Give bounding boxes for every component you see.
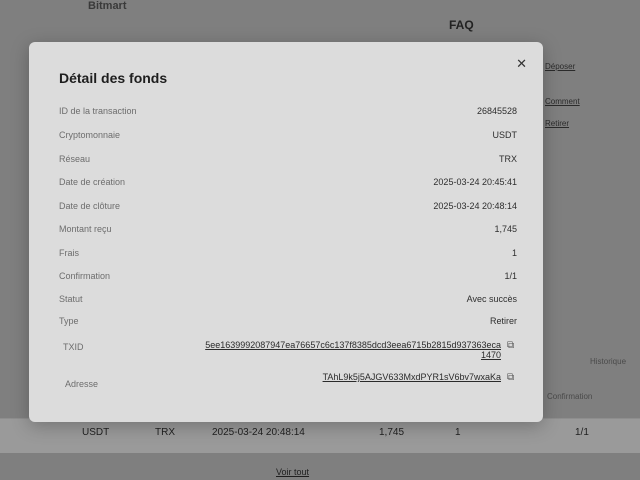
field-label: Date de création [59, 177, 126, 187]
field-created-at: Date de création 2025-03-24 20:45:41 [59, 177, 517, 195]
address-row: Adresse TAhL9k5j5AJGV633MxdPYR1sV6bv7wxa… [59, 372, 517, 390]
field-type: Type Retirer [59, 316, 517, 334]
field-label: Date de clôture [59, 201, 121, 211]
faq-link-3[interactable]: Retirer [545, 119, 569, 128]
field-crypto: Cryptomonnaie USDT [59, 130, 517, 148]
copy-icon[interactable]: ⧉ [507, 372, 517, 383]
field-value: 1/1 [504, 271, 517, 281]
field-value: Avec succès [466, 294, 517, 304]
field-value: 1 [511, 248, 517, 258]
table-cell-date: 2025-03-24 20:48:14 [212, 427, 305, 438]
table-cell-amount: 1,745 [379, 427, 405, 438]
field-value: 1,745 [494, 224, 517, 234]
field-label: Confirmation [59, 271, 111, 281]
close-icon[interactable]: ✕ [516, 56, 527, 72]
field-value: 2025-03-24 20:48:14 [433, 201, 517, 211]
field-transaction-id: ID de la transaction 26845528 [59, 106, 517, 124]
background-title: Bitmart [88, 0, 127, 12]
field-value: Retirer [489, 316, 517, 326]
field-label: Frais [59, 248, 79, 258]
field-closed-at: Date de clôture 2025-03-24 20:48:14 [59, 201, 517, 219]
faq-link-2[interactable]: Comment [545, 97, 580, 106]
faq-link-1[interactable]: Déposer [545, 62, 575, 71]
field-label: ID de la transaction [59, 106, 137, 116]
fund-detail-modal: Détail des fonds ✕ ID de la transaction … [29, 42, 543, 422]
field-label: Type [59, 316, 79, 326]
table-cell-confirmation: 1/1 [575, 427, 589, 438]
field-value: 2025-03-24 20:45:41 [433, 177, 517, 187]
field-value: TRX [499, 154, 517, 164]
field-status: Statut Avec succès [59, 294, 517, 312]
confirmation-column-header: Confirmation [547, 392, 593, 401]
txid-link[interactable]: 5ee1639992087947ea76657c6c137f8385dcd3ee… [201, 340, 501, 360]
table-cell-crypto: USDT [82, 427, 110, 438]
see-all-link[interactable]: Voir tout [276, 467, 309, 477]
field-label: Cryptomonnaie [59, 130, 121, 140]
txid-row: TXID 5ee1639992087947ea76657c6c137f8385d… [59, 340, 517, 370]
history-label: Historique [590, 357, 627, 366]
table-cell-fees: 1 [455, 427, 461, 438]
modal-title: Détail des fonds [59, 70, 168, 86]
faq-heading: FAQ [449, 18, 474, 32]
field-confirmation: Confirmation 1/1 [59, 271, 517, 289]
copy-icon[interactable]: ⧉ [507, 340, 517, 351]
table-cell-network: TRX [155, 427, 175, 438]
txid-label: TXID [63, 342, 84, 352]
field-value: USDT [492, 130, 518, 140]
field-fees: Frais 1 [59, 248, 517, 266]
field-network: Réseau TRX [59, 154, 517, 172]
address-label: Adresse [65, 379, 99, 389]
field-label: Statut [59, 294, 83, 304]
field-amount-received: Montant reçu 1,745 [59, 224, 517, 242]
address-link[interactable]: TAhL9k5j5AJGV633MxdPYR1sV6bv7wxaKa [323, 372, 501, 382]
field-value: 26845528 [476, 106, 517, 116]
field-label: Réseau [59, 154, 91, 164]
field-label: Montant reçu [59, 224, 112, 234]
